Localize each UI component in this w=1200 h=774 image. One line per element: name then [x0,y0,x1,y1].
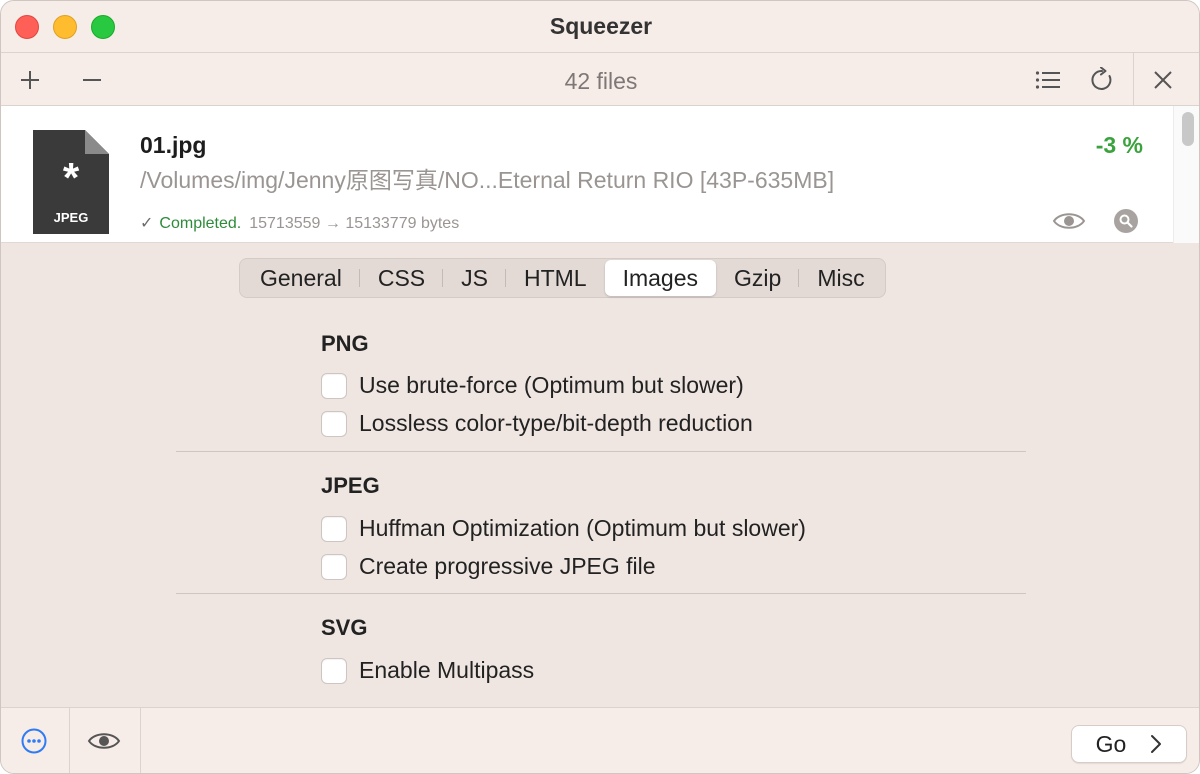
file-name: 01.jpg [140,132,207,158]
window-title: Squeezer [549,13,653,39]
preview-toggle-button[interactable] [87,724,121,758]
chevron-right-icon [1151,735,1162,753]
settings-tabs: General CSS JS HTML Images Gzip Misc [239,258,886,298]
go-button-label: Go [1095,730,1127,757]
savings-percent: -3 % [1095,132,1143,158]
png-brute-force-option[interactable]: Use brute-force (Optimum but slower) [321,372,744,399]
png-brute-force-label: Use brute-force (Optimum but slower) [359,372,744,398]
toolbar: 42 files [1,53,1199,106]
go-button[interactable]: Go [1071,725,1187,763]
file-list[interactable]: * JPEG 01.jpg /Volumes/img/Jenny原图写真/NO.… [1,106,1199,243]
list-view-button[interactable] [1031,63,1065,97]
svg-text:*: * [63,154,80,201]
refresh-button[interactable] [1085,63,1119,97]
more-options-button[interactable] [17,724,51,758]
file-count: 42 files [564,68,638,94]
jpeg-huffman-checkbox[interactable] [321,515,347,542]
jpeg-progressive-option[interactable]: Create progressive JPEG file [321,553,656,580]
tab-images[interactable]: Images [604,260,717,296]
list-icon [1035,71,1060,89]
section-divider [176,593,1026,594]
tab-html[interactable]: HTML [506,260,605,296]
scrollbar-thumb[interactable] [1182,112,1194,146]
magnifier-icon [1114,209,1138,233]
title-bar: Squeezer [1,1,1199,53]
tab-css[interactable]: CSS [360,260,444,296]
tab-js[interactable]: JS [443,260,506,296]
svg-multipass-option[interactable]: Enable Multipass [321,657,534,684]
ellipsis-circle-icon [21,728,47,754]
png-lossless-reduction-option[interactable]: Lossless color-type/bit-depth reduction [321,410,753,437]
png-brute-force-checkbox[interactable] [321,372,347,399]
reveal-file-button[interactable] [1112,206,1140,236]
refresh-icon [1091,67,1112,90]
eye-icon [87,733,121,749]
preview-file-button[interactable] [1051,206,1087,236]
file-status: ✓ Completed. 15713559 → 15133779 bytes [140,213,459,233]
tab-misc[interactable]: Misc [799,260,882,296]
app-window: Squeezer 42 files * JPEG 01.jpg /Volumes… [0,0,1200,774]
eye-icon [1052,213,1086,229]
check-icon: ✓ [140,215,154,232]
svg-section-title: SVG [321,615,368,640]
bottom-separator [140,708,141,773]
jpeg-section-title: JPEG [321,473,380,498]
status-text: Completed. [159,215,242,232]
bottom-separator [69,708,70,773]
png-lossless-reduction-checkbox[interactable] [321,410,347,437]
byte-sizes: 15713559 → 15133779 bytes [249,215,460,232]
svg-multipass-checkbox[interactable] [321,657,347,684]
file-list-scrollbar[interactable] [1173,106,1199,243]
jpeg-file-icon: * JPEG [33,130,109,234]
tab-general[interactable]: General [242,260,360,296]
png-lossless-reduction-label: Lossless color-type/bit-depth reduction [359,410,753,436]
close-icon [1154,71,1172,89]
toolbar-separator [1133,53,1134,106]
jpeg-progressive-checkbox[interactable] [321,553,347,580]
png-section-title: PNG [321,331,369,356]
jpeg-huffman-option[interactable]: Huffman Optimization (Optimum but slower… [321,515,806,542]
section-divider [176,451,1026,452]
file-path: /Volumes/img/Jenny原图写真/NO...Eternal Retu… [140,167,835,193]
tab-gzip[interactable]: Gzip [716,260,800,296]
svg-multipass-label: Enable Multipass [359,657,535,683]
jpeg-progressive-label: Create progressive JPEG file [359,553,656,579]
clear-button[interactable] [1146,63,1180,97]
bottom-bar: Go [1,707,1199,773]
file-type-label: JPEG [54,210,89,225]
jpeg-huffman-label: Huffman Optimization (Optimum but slower… [359,515,806,541]
